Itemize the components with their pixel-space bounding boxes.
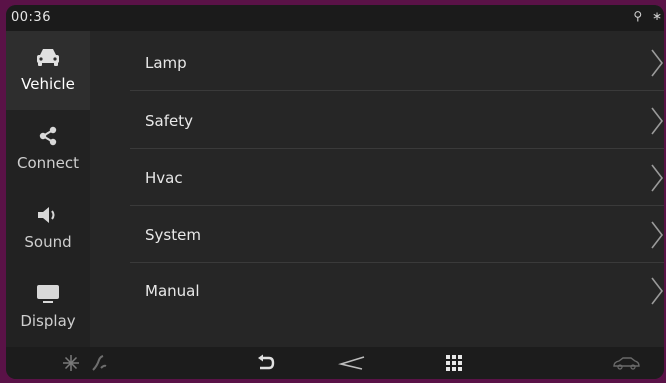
bluetooth-icon: ∗ [651,9,662,23]
chevron-right-icon [651,49,664,77]
sidebar-item-display[interactable]: Display [6,268,90,347]
monitor-icon [6,282,90,306]
back-icon[interactable] [255,353,277,373]
chevron-right-icon [651,221,664,249]
brand-logo-icon[interactable] [338,353,366,373]
sidebar-item-sound[interactable]: Sound [6,189,90,268]
apps-grid-icon[interactable] [443,353,465,373]
speaker-icon [6,203,90,227]
usb-icon: ⚲ [633,9,643,23]
car-status-icon[interactable] [610,353,642,373]
snowflake-icon[interactable] [60,353,82,373]
menu-item-label: Safety [145,112,193,130]
sidebar-item-vehicle[interactable]: Vehicle [6,31,90,110]
bottom-bar [6,347,664,379]
menu-item-label: System [145,226,201,244]
divider [130,205,664,206]
sidebar-item-connect[interactable]: Connect [6,110,90,189]
sidebar: Vehicle Connect Sound Display [6,31,90,347]
head-unit-screen: 00:36 ⚲ ∗ Vehicle Connect Sound Display … [6,5,664,379]
menu-item-safety[interactable]: Safety [130,93,664,149]
divider [130,148,664,149]
menu-item-label: Hvac [145,169,183,187]
share-icon [6,124,90,148]
settings-menu: Lamp Safety Hvac System Manual [90,31,664,347]
sidebar-item-label: Sound [24,233,72,251]
menu-item-hvac[interactable]: Hvac [130,150,664,206]
sidebar-item-label: Connect [16,154,80,172]
status-bar: 00:36 ⚲ ∗ [6,5,664,31]
divider [130,90,664,91]
clock: 00:36 [11,10,51,25]
sidebar-item-label: Display [20,312,76,330]
chevron-right-icon [651,277,664,305]
chevron-right-icon [651,164,664,192]
chevron-right-icon [651,107,664,135]
car-icon [6,45,90,69]
status-icons: ⚲ ∗ [627,9,662,23]
seat-heat-icon[interactable] [88,353,110,373]
menu-item-system[interactable]: System [130,207,664,263]
menu-item-manual[interactable]: Manual [130,263,664,319]
menu-item-label: Manual [145,282,200,300]
menu-item-label: Lamp [145,54,187,72]
sidebar-item-label: Vehicle [21,75,75,93]
menu-item-lamp[interactable]: Lamp [130,35,664,91]
device-frame: 00:36 ⚲ ∗ Vehicle Connect Sound Display … [0,0,666,383]
